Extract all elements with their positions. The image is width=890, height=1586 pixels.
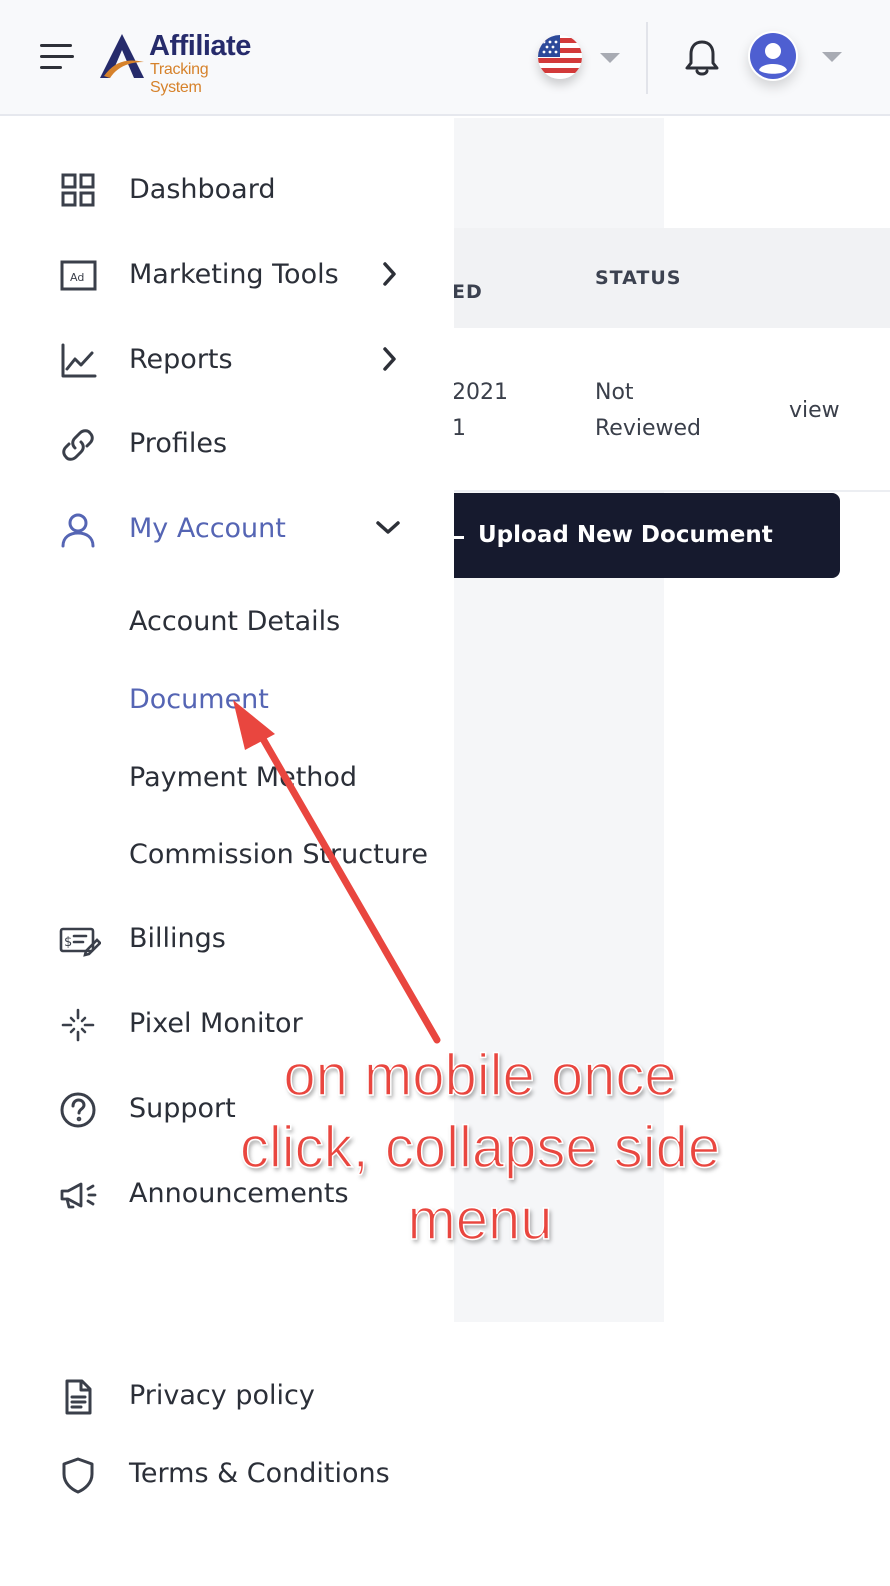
row-date-line1: 2021 — [452, 380, 508, 405]
sidebar-item-label: Dashboard — [129, 174, 276, 205]
language-dropdown-caret-icon[interactable] — [600, 53, 620, 63]
sidebar-item-billings[interactable]: $ Billings — [0, 909, 454, 969]
annotation-text: on mobile once click, collapse side menu — [200, 1040, 760, 1256]
us-flag-icon[interactable] — [538, 35, 582, 79]
megaphone-icon — [59, 1176, 97, 1214]
sidebar-item-label: Billings — [129, 923, 226, 954]
pixel-icon — [59, 1006, 97, 1044]
submenu-item-label: Account Details — [129, 606, 341, 637]
sidebar-item-reports[interactable]: Reports — [0, 330, 454, 390]
link-icon — [59, 426, 97, 464]
chevron-down-icon — [376, 521, 400, 534]
shield-icon — [59, 1456, 97, 1494]
sidebar-item-dashboard[interactable]: Dashboard — [0, 160, 454, 220]
annotation-line: on mobile once — [283, 1042, 678, 1109]
submenu-item-label: Payment Method — [129, 762, 358, 793]
row-date-line2: 1 — [452, 416, 466, 441]
sidebar-item-my-account[interactable]: My Account — [0, 499, 454, 559]
logo-title: Affiliate — [149, 30, 251, 62]
column-header-partial: ED — [452, 281, 483, 303]
sidebar-item-label: Reports — [129, 344, 233, 375]
logo[interactable]: Affiliate Tracking System — [100, 30, 260, 96]
chevron-right-icon — [383, 262, 396, 286]
submenu-item-commission-structure[interactable]: Commission Structure — [0, 829, 454, 879]
row-status-line2: Reviewed — [595, 416, 701, 441]
svg-text:Ad: Ad — [70, 271, 84, 284]
ad-icon: Ad — [59, 257, 97, 295]
plus-icon — [454, 536, 464, 539]
chevron-right-icon — [383, 347, 396, 371]
sidebar-item-label: Marketing Tools — [129, 259, 339, 290]
row-status-line1: Not — [595, 380, 634, 405]
avatar[interactable] — [748, 31, 798, 81]
submenu-item-payment-method[interactable]: Payment Method — [0, 752, 454, 802]
logo-mark-icon — [100, 34, 144, 78]
top-header: Affiliate Tracking System — [0, 0, 890, 116]
column-header-status: STATUS — [595, 267, 682, 289]
menu-toggle-icon[interactable] — [40, 42, 76, 72]
grid-icon — [59, 172, 97, 210]
footer-link-label: Terms & Conditions — [129, 1458, 390, 1489]
submenu-item-document[interactable]: Document — [0, 674, 454, 724]
sidebar-item-label: Profiles — [129, 428, 228, 459]
user-dropdown-caret-icon[interactable] — [822, 52, 842, 62]
annotation-line: click, collapse side — [239, 1114, 721, 1181]
annotation-line: menu — [407, 1186, 554, 1253]
upload-new-document-button[interactable]: Upload New Document — [440, 493, 840, 578]
user-icon — [59, 511, 97, 549]
upload-button-label: Upload New Document — [478, 522, 773, 548]
svg-text:$: $ — [64, 935, 72, 950]
side-menu: Dashboard Ad Marketing Tools Reports Pro… — [0, 118, 454, 1586]
bell-icon[interactable] — [682, 37, 722, 83]
chart-line-icon — [59, 342, 97, 380]
submenu-item-label: Document — [129, 684, 269, 715]
document-icon — [59, 1378, 97, 1416]
sidebar-item-profiles[interactable]: Profiles — [0, 414, 454, 474]
footer-link-terms[interactable]: Terms & Conditions — [0, 1444, 454, 1504]
sidebar-item-label: My Account — [129, 513, 286, 544]
submenu-item-label: Commission Structure — [129, 839, 428, 870]
sidebar-item-marketing-tools[interactable]: Ad Marketing Tools — [0, 245, 454, 305]
header-divider — [646, 22, 648, 94]
sidebar-item-label: Pixel Monitor — [129, 1008, 303, 1039]
logo-subtitle: Tracking System — [150, 61, 209, 96]
submenu-item-account-details[interactable]: Account Details — [0, 596, 454, 646]
billing-icon: $ — [59, 921, 102, 959]
footer-link-label: Privacy policy — [129, 1380, 315, 1411]
view-link[interactable]: view — [789, 398, 840, 423]
footer-link-privacy-policy[interactable]: Privacy policy — [0, 1366, 454, 1426]
help-circle-icon — [59, 1091, 97, 1129]
